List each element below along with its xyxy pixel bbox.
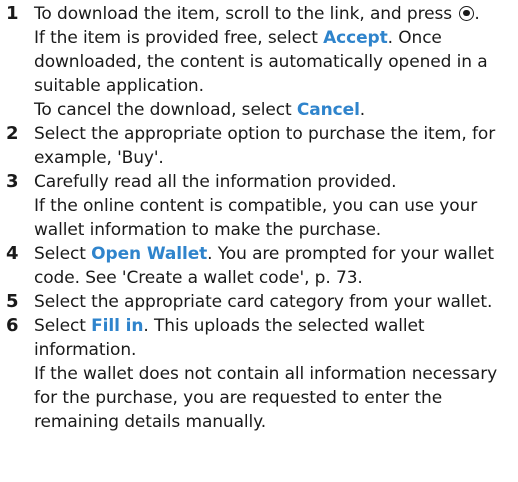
step-number: 4 bbox=[6, 243, 19, 264]
step-number: 3 bbox=[6, 171, 19, 192]
step-number: 6 bbox=[6, 315, 19, 336]
step-text: To download the item, scroll to the link… bbox=[34, 2, 514, 122]
select-key-icon bbox=[459, 6, 475, 21]
text-line: To download the item, scroll to the link… bbox=[34, 4, 480, 24]
text-line: wallet information to make the purchase. bbox=[34, 220, 382, 240]
text-line: information. bbox=[34, 340, 137, 360]
text-line: downloaded, the content is automatically… bbox=[34, 52, 488, 72]
text-line: Select the appropriate card category fro… bbox=[34, 292, 493, 312]
text-line: suitable application. bbox=[34, 76, 204, 96]
manual-page: 1 To download the item, scroll to the li… bbox=[0, 0, 518, 482]
step-text: Select Fill in. This uploads the selecte… bbox=[34, 314, 514, 434]
step-text: Carefully read all the information provi… bbox=[34, 170, 514, 242]
text-line: code. See 'Create a wallet code', p. 73. bbox=[34, 268, 363, 288]
text-line: for the purchase, you are requested to e… bbox=[34, 388, 443, 408]
softkey-cancel: Cancel bbox=[296, 100, 360, 120]
step-text: Select the appropriate option to purchas… bbox=[34, 122, 514, 170]
text-line: Select Open Wallet. You are prompted for… bbox=[34, 244, 494, 264]
text-line: To cancel the download, select Cancel. bbox=[34, 100, 366, 120]
step-number: 2 bbox=[6, 123, 19, 144]
text-line: If the wallet does not contain all infor… bbox=[34, 364, 498, 384]
text-line: Select Fill in. This uploads the selecte… bbox=[34, 316, 425, 336]
text-line: If the online content is compatible, you… bbox=[34, 196, 478, 216]
text-line: Carefully read all the information provi… bbox=[34, 172, 397, 192]
text-line: example, 'Buy'. bbox=[34, 148, 164, 168]
softkey-open-wallet: Open Wallet bbox=[91, 244, 208, 264]
text-line: If the item is provided free, select Acc… bbox=[34, 28, 442, 48]
step-text: Select the appropriate card category fro… bbox=[34, 290, 514, 314]
softkey-fill-in: Fill in bbox=[91, 316, 144, 336]
step-number: 5 bbox=[6, 291, 19, 312]
text-line: remaining details manually. bbox=[34, 412, 267, 432]
step-text: Select Open Wallet. You are prompted for… bbox=[34, 242, 514, 290]
step-number: 1 bbox=[6, 3, 19, 24]
text-line: Select the appropriate option to purchas… bbox=[34, 124, 496, 144]
softkey-accept: Accept bbox=[323, 28, 388, 48]
